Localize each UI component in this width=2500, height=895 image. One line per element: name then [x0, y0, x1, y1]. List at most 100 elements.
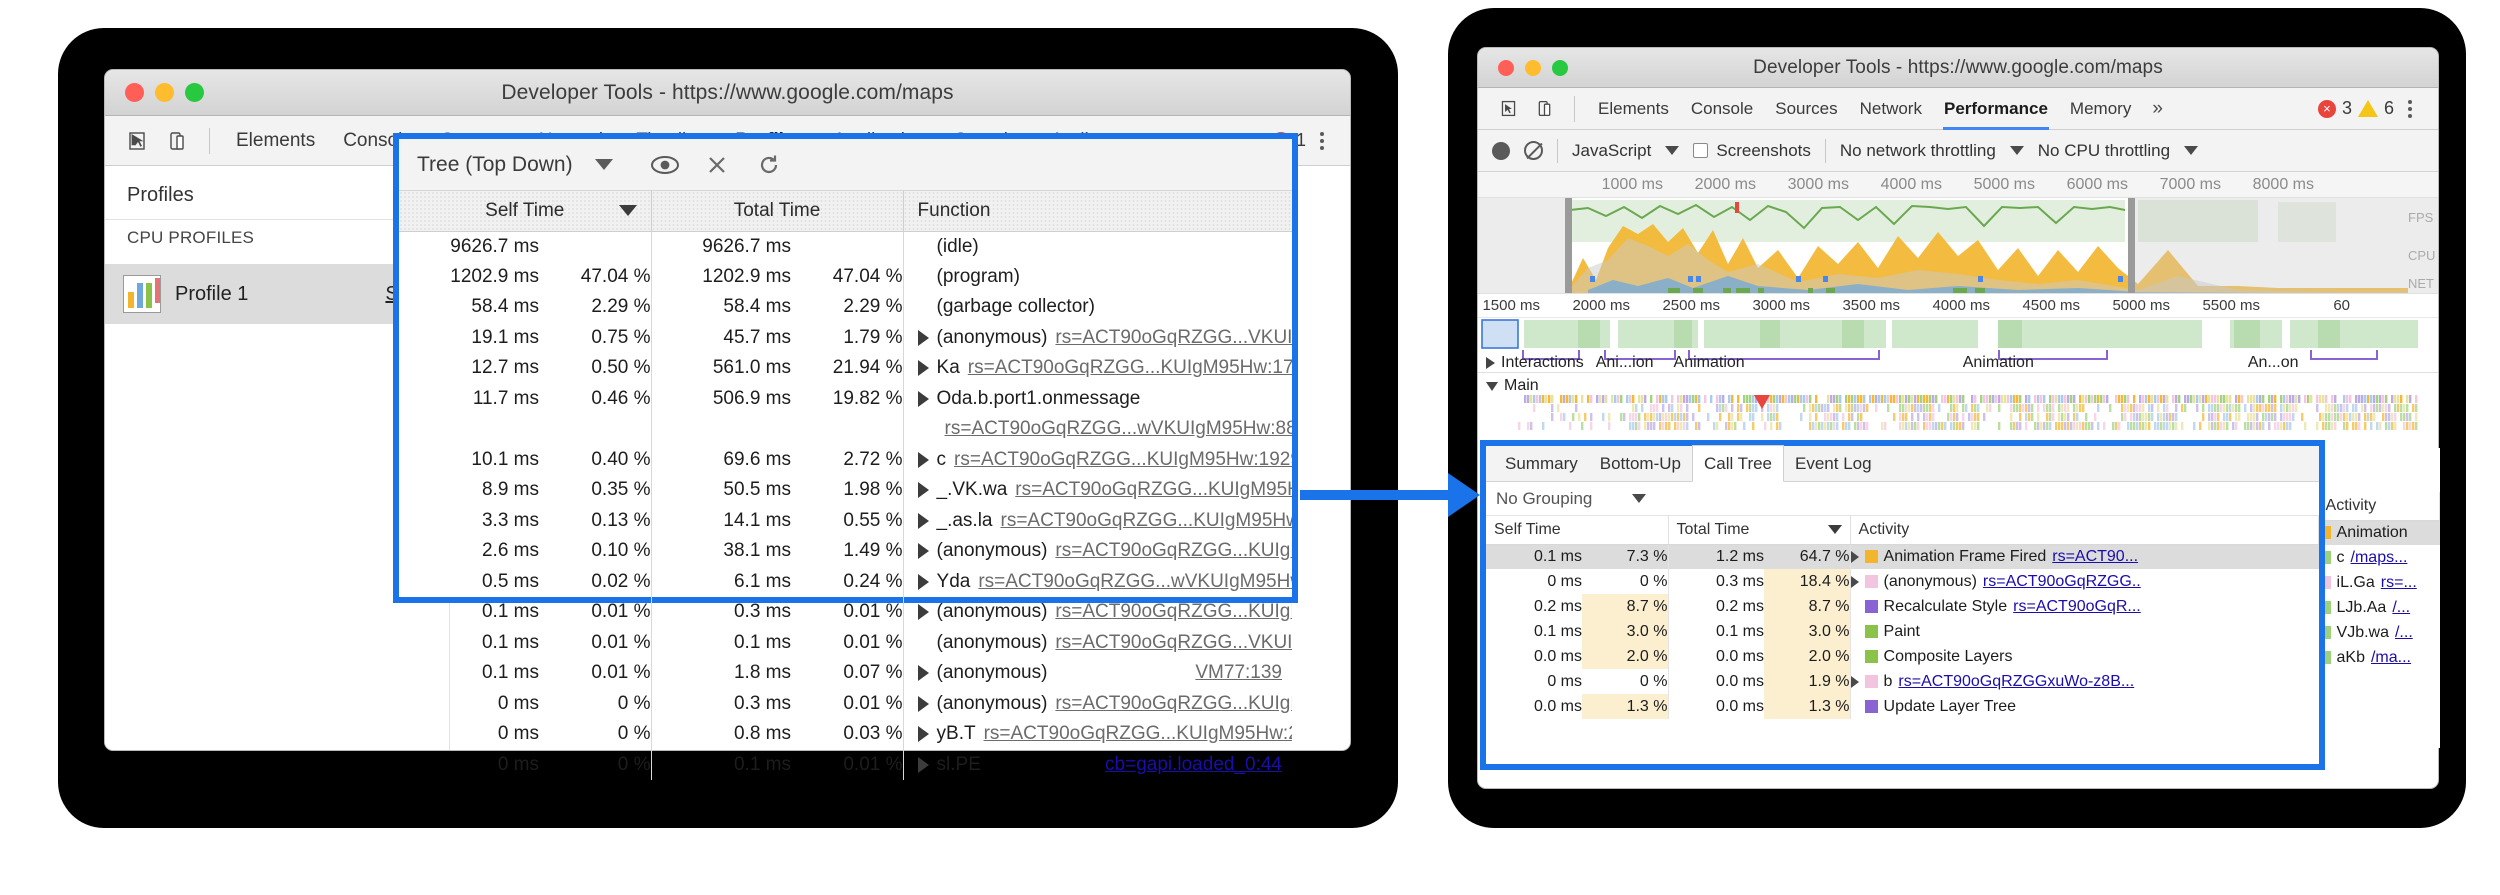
- more-options-icon-right[interactable]: [2394, 100, 2426, 118]
- activity-link[interactable]: rs=ACT90...: [2052, 548, 2138, 566]
- interactions-track[interactable]: Interactions Ani...ion Animation Animati…: [1478, 318, 2438, 372]
- eye-icon[interactable]: [639, 145, 691, 185]
- screenshots-label[interactable]: Screenshots: [1716, 141, 1811, 161]
- source-link[interactable]: rs=ACT90oGqRZGG...VKUIgM95Hw:679: [1055, 632, 1292, 654]
- column-ct-self-time[interactable]: Self Time: [1486, 516, 1668, 544]
- expand-triangle-icon[interactable]: [1486, 357, 1495, 369]
- table-row[interactable]: 0.0 ms1.3 %0.0 ms1.3 %Update Layer Tree: [1486, 694, 2319, 719]
- right-traffic-lights[interactable]: [1478, 60, 1568, 76]
- column-total-time[interactable]: Total Time: [651, 191, 903, 231]
- close-button[interactable]: [125, 83, 144, 102]
- expand-triangle-icon[interactable]: [918, 757, 929, 773]
- expand-triangle-icon[interactable]: [1851, 576, 1859, 588]
- table-row[interactable]: 8.9 ms0.35 %50.5 ms1.98 %_.VK.wars=ACT90…: [399, 475, 1292, 506]
- source-link[interactable]: rs=ACT90oGqRZGG...wVKUIgM95Hw:88: [945, 418, 1292, 440]
- table-row[interactable]: 0.5 ms0.02 %6.1 ms0.24 %Ydars=ACT90oGqRZ…: [399, 567, 1292, 598]
- table-row[interactable]: 0 ms0 %0.1 ms0.01 %sl.PEcb=gapi.loaded_0…: [399, 750, 1292, 781]
- expand-triangle-icon[interactable]: [918, 391, 929, 407]
- more-tabs-icon[interactable]: »: [2142, 98, 2173, 120]
- expand-triangle-icon[interactable]: [918, 330, 929, 346]
- error-warning-badge[interactable]: × 3 6: [2318, 98, 2394, 119]
- more-options-icon[interactable]: [1306, 132, 1338, 150]
- source-link[interactable]: rs=ACT90oGqRZGG...KUIgM95Hw:1176: [1055, 601, 1292, 623]
- tab-bottom-up[interactable]: Bottom-Up: [1589, 446, 1692, 482]
- tab-performance[interactable]: Performance: [1933, 88, 2059, 130]
- grouping-select[interactable]: No Grouping: [1486, 482, 2319, 516]
- expand-triangle-icon[interactable]: [918, 360, 929, 376]
- table-row[interactable]: 0.1 ms7.3 %1.2 ms64.7 %Animation Frame F…: [1486, 544, 2319, 569]
- close-icon[interactable]: [691, 145, 743, 185]
- table-row[interactable]: 0 ms0 %0.3 ms0.01 %(anonymous)rs=ACT90oG…: [399, 689, 1292, 720]
- source-link[interactable]: rs=ACT90oGqRZGG...wVKUIgM95Hw:90: [978, 571, 1292, 593]
- tab-elements-right[interactable]: Elements: [1587, 88, 1680, 130]
- expand-triangle-icon[interactable]: [1851, 551, 1859, 563]
- expand-triangle-icon[interactable]: [918, 574, 929, 590]
- minimize-button-right[interactable]: [1525, 60, 1541, 76]
- tab-summary[interactable]: Summary: [1494, 446, 1589, 482]
- expand-triangle-icon[interactable]: [1851, 676, 1859, 688]
- close-button-right[interactable]: [1498, 60, 1514, 76]
- collapse-triangle-icon[interactable]: [1486, 382, 1498, 391]
- refresh-icon[interactable]: [743, 145, 795, 185]
- table-row[interactable]: 0.2 ms8.7 %0.2 ms8.7 %Recalculate Styler…: [1486, 594, 2319, 619]
- table-row[interactable]: 0 ms0 %0.8 ms0.03 %yB.Trs=ACT90oGqRZGG..…: [399, 719, 1292, 750]
- clear-icon[interactable]: [1524, 141, 1543, 160]
- source-link[interactable]: rs=ACT90oGqRZGG...KUIgM95Hw:1662: [1015, 479, 1292, 501]
- tab-elements[interactable]: Elements: [222, 116, 329, 166]
- device-toolbar-icon-right[interactable]: [1529, 96, 1559, 122]
- activity-link[interactable]: rs=ACT90oGqRZGGxuWo-z8B...: [1898, 673, 2134, 691]
- inspect-icon-right[interactable]: [1493, 96, 1523, 122]
- expand-triangle-icon[interactable]: [918, 696, 929, 712]
- source-link[interactable]: rs=ACT90oGqRZGG...VKUIgM95Hw:126: [1055, 327, 1292, 349]
- expand-triangle-icon[interactable]: [918, 665, 929, 681]
- table-row[interactable]: 3.3 ms0.13 %14.1 ms0.55 %_.as.lars=ACT90…: [399, 506, 1292, 537]
- column-ct-total-time[interactable]: Total Time: [1668, 516, 1850, 544]
- activity-link[interactable]: /ma...: [2371, 649, 2411, 667]
- chevron-down-icon-cpu[interactable]: [2184, 146, 2198, 155]
- table-row[interactable]: 0.0 ms2.0 %0.0 ms2.0 %Composite Layers: [1486, 644, 2319, 669]
- overview-pane[interactable]: FPS CPU NET: [1478, 198, 2438, 294]
- network-throttling-label[interactable]: No network throttling: [1840, 141, 1996, 161]
- table-row[interactable]: 0.1 ms0.01 %0.3 ms0.01 %(anonymous)rs=AC…: [399, 597, 1292, 628]
- source-link[interactable]: cb=gapi.loaded_0:44: [1105, 754, 1292, 776]
- source-link[interactable]: rs=ACT90oGqRZGG...KUIgM95Hw:1929: [954, 449, 1292, 471]
- activity-link[interactable]: /...: [2395, 624, 2413, 642]
- activity-link[interactable]: rs=ACT90oGqR...: [2013, 598, 2141, 616]
- screenshots-checkbox[interactable]: [1693, 143, 1708, 158]
- source-link[interactable]: rs=ACT90oGqRZGG...KUIgM95Hw:2407: [984, 723, 1292, 745]
- overview-handle-right[interactable]: [2128, 198, 2135, 293]
- table-row[interactable]: 0.1 ms3.0 %0.1 ms3.0 %Paint: [1486, 619, 2319, 644]
- table-row[interactable]: 0.1 ms0.01 %0.1 ms0.01 %(anonymous)rs=AC…: [399, 628, 1292, 659]
- device-toolbar-icon[interactable]: [160, 126, 194, 156]
- tab-console-right[interactable]: Console: [1680, 88, 1764, 130]
- zoom-button[interactable]: [185, 83, 204, 102]
- main-label-row[interactable]: Main: [1478, 373, 2438, 395]
- column-hs-activity[interactable]: Activity: [2317, 492, 2439, 520]
- column-ct-activity[interactable]: Activity: [1850, 516, 2318, 544]
- inspect-icon[interactable]: [120, 126, 154, 156]
- expand-triangle-icon[interactable]: [918, 452, 929, 468]
- source-link[interactable]: rs=ACT90oGqRZGG...KUIgM95Hw:2408: [1055, 693, 1292, 715]
- profile-type-label[interactable]: JavaScript: [1572, 141, 1651, 161]
- table-row[interactable]: 9626.7 ms9626.7 ms(idle): [399, 231, 1292, 262]
- activity-link[interactable]: rs=ACT90oGqRZGG..: [1983, 573, 2141, 591]
- table-row[interactable]: 0 ms0 %0.3 ms18.4 %(anonymous)rs=ACT90oG…: [1486, 569, 2319, 594]
- chevron-down-icon-grouping[interactable]: [1632, 494, 1646, 503]
- activity-link[interactable]: /...: [2392, 599, 2410, 617]
- activity-link[interactable]: /maps...: [2351, 549, 2408, 567]
- tab-event-log[interactable]: Event Log: [1784, 446, 1883, 482]
- table-row[interactable]: 0.1 ms0.01 %1.8 ms0.07 %(anonymous)VM77:…: [399, 658, 1292, 689]
- chevron-down-icon[interactable]: [595, 159, 613, 170]
- view-select-label[interactable]: Tree (Top Down): [417, 153, 573, 177]
- column-function[interactable]: Function: [903, 191, 1292, 231]
- activity-link[interactable]: rs=...: [2381, 574, 2417, 592]
- table-row[interactable]: 58.4 ms2.29 %58.4 ms2.29 %(garbage colle…: [399, 292, 1292, 323]
- expand-triangle-icon[interactable]: [918, 513, 929, 529]
- table-row[interactable]: rs=ACT90oGqRZGG...wVKUIgM95Hw:88: [399, 414, 1292, 445]
- zoom-button-right[interactable]: [1552, 60, 1568, 76]
- source-link[interactable]: rs=ACT90oGqRZGG...KUIgM95Hw:1745: [1055, 540, 1292, 562]
- tab-call-tree[interactable]: Call Tree: [1692, 445, 1784, 482]
- chevron-down-icon-profile-type[interactable]: [1665, 146, 1679, 155]
- tab-network-right[interactable]: Network: [1849, 88, 1933, 130]
- source-link[interactable]: VM77:139: [1195, 662, 1292, 684]
